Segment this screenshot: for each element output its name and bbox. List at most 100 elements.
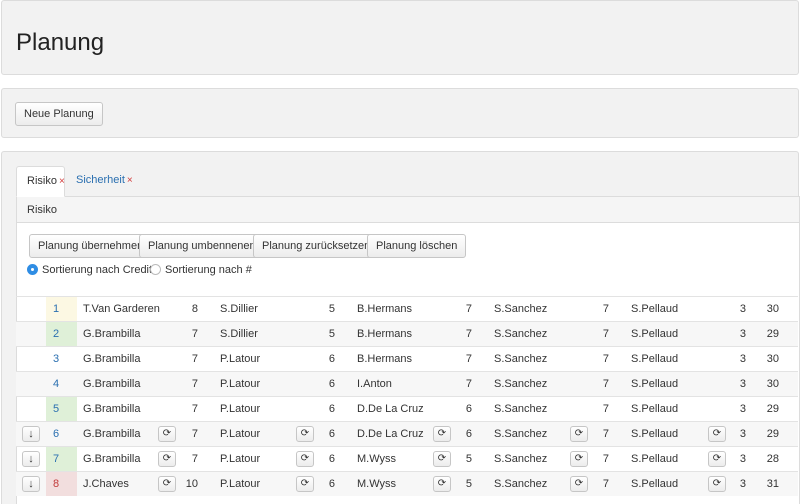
rider-credits: 3 (739, 353, 746, 365)
row-total: 29 (766, 403, 779, 415)
refresh-icon[interactable]: ⟳ (296, 451, 314, 467)
rider-credits: 7 (465, 378, 472, 390)
rider-credits: 5 (328, 328, 335, 340)
row-index[interactable]: 7 (46, 447, 77, 471)
move-down-button[interactable]: ↓ (22, 476, 40, 492)
refresh-icon[interactable]: ⟳ (708, 476, 726, 492)
rider-credits: 6 (328, 403, 335, 415)
sort-by-credits-radio[interactable]: Sortierung nach Credits (27, 263, 158, 277)
row-index[interactable]: 2 (46, 322, 77, 346)
rider-credits: 3 (739, 303, 746, 315)
rider-name: G.Brambilla (83, 328, 141, 340)
rider-credits: 7 (602, 328, 609, 340)
rider-credits: 7 (602, 428, 609, 440)
rider-name: S.Pellaud (631, 453, 679, 465)
refresh-icon[interactable]: ⟳ (433, 476, 451, 492)
refresh-icon[interactable]: ⟳ (296, 476, 314, 492)
rider-name: B.Hermans (357, 303, 413, 315)
tab-sicherheit[interactable]: Sicherheit × (66, 166, 133, 197)
radio-label: Sortierung nach Credits (42, 264, 158, 276)
move-down-button[interactable]: ↓ (22, 426, 40, 442)
rider-credits: 5 (465, 478, 472, 490)
rider-credits: 7 (191, 403, 198, 415)
rider-name: S.Sanchez (494, 378, 548, 390)
rider-credits: 7 (191, 353, 198, 365)
rider-name: S.Pellaud (631, 353, 679, 365)
table-row: 1 T.Van Garderen 8 S.Dillier 5 B.Hermans 7 S.Sa… (16, 296, 798, 321)
row-total: 28 (766, 453, 779, 465)
rider-credits: 6 (328, 428, 335, 440)
rider-name: P.Latour (220, 378, 261, 390)
refresh-icon[interactable]: ⟳ (158, 451, 176, 467)
rider-name: B.Hermans (357, 328, 413, 340)
delete-planning-button[interactable]: Planung löschen (367, 234, 467, 258)
rider-name: J.Chaves (83, 478, 129, 490)
close-icon[interactable]: × (59, 176, 65, 187)
table-row: 3 G.Brambilla 7 P.Latour 6 B.Hermans 7 S.Sanche… (16, 346, 798, 371)
rider-credits: 7 (602, 303, 609, 315)
rider-credits: 7 (602, 403, 609, 415)
row-index[interactable]: 3 (46, 347, 77, 371)
rider-name: P.Latour (220, 353, 261, 365)
row-total: 30 (766, 378, 779, 390)
rider-name: S.Sanchez (494, 303, 548, 315)
panel-heading: Risiko (17, 197, 799, 223)
rider-name: S.Pellaud (631, 378, 679, 390)
radio-unchecked-icon (150, 264, 161, 275)
rider-credits: 7 (465, 303, 472, 315)
move-down-button[interactable]: ↓ (22, 451, 40, 467)
table-row: 5 G.Brambilla 7 P.Latour 6 D.De La Cruz 6 S.San… (16, 396, 798, 421)
tab-risiko[interactable]: Risiko × (16, 166, 65, 197)
page-title: Planung (16, 29, 105, 56)
rider-credits: 6 (328, 353, 335, 365)
apply-planning-button[interactable]: Planung übernehmen (29, 234, 153, 258)
row-index[interactable]: 4 (46, 372, 77, 396)
rider-credits: 7 (602, 453, 609, 465)
rider-name: S.Sanchez (494, 453, 548, 465)
refresh-icon[interactable]: ⟳ (433, 426, 451, 442)
row-total: 30 (766, 353, 779, 365)
rider-name: S.Pellaud (631, 428, 679, 440)
rename-planning-button[interactable]: Planung umbennenen (139, 234, 265, 258)
new-planning-button[interactable]: Neue Planung (15, 102, 103, 126)
table-row: ↓ 7 G.Brambilla ⟳ 7 P.Latour ⟳ 6 M.Wyss ⟳ 5 S.Sanch… (16, 446, 798, 471)
row-index[interactable]: 1 (46, 297, 77, 321)
rider-name: S.Sanchez (494, 353, 548, 365)
refresh-icon[interactable]: ⟳ (433, 451, 451, 467)
rider-name: S.Pellaud (631, 328, 679, 340)
refresh-icon[interactable]: ⟳ (708, 426, 726, 442)
rider-credits: 3 (739, 428, 746, 440)
row-index[interactable]: 5 (46, 397, 77, 421)
row-index[interactable]: 8 (46, 472, 77, 496)
rider-credits: 6 (328, 453, 335, 465)
refresh-icon[interactable]: ⟳ (708, 451, 726, 467)
refresh-icon[interactable]: ⟳ (158, 476, 176, 492)
reset-planning-button[interactable]: Planung zurücksetzen (253, 234, 380, 258)
close-icon[interactable]: × (127, 175, 133, 186)
rider-name: B.Hermans (357, 353, 413, 365)
rider-name: D.De La Cruz (357, 428, 424, 440)
table-row: 2 G.Brambilla 7 S.Dillier 5 B.Hermans 7 S.Sanch… (16, 321, 798, 346)
row-total: 31 (766, 478, 779, 490)
rider-credits: 3 (739, 378, 746, 390)
rider-name: S.Sanchez (494, 328, 548, 340)
rider-credits: 7 (191, 378, 198, 390)
refresh-icon[interactable]: ⟳ (570, 476, 588, 492)
rider-name: S.Dillier (220, 303, 258, 315)
sort-by-number-radio[interactable]: Sortierung nach # (150, 263, 252, 277)
rider-credits: 10 (185, 478, 198, 490)
refresh-icon[interactable]: ⟳ (570, 426, 588, 442)
refresh-icon[interactable]: ⟳ (158, 426, 176, 442)
rider-credits: 6 (328, 378, 335, 390)
rider-name: S.Sanchez (494, 478, 548, 490)
rider-name: P.Latour (220, 428, 261, 440)
table-row: ↓ 8 J.Chaves ⟳ 10 P.Latour ⟳ 6 M.Wyss ⟳ 5 S.Sanchez… (16, 471, 798, 496)
rider-name: P.Latour (220, 453, 261, 465)
refresh-icon[interactable]: ⟳ (296, 426, 314, 442)
refresh-icon[interactable]: ⟳ (570, 451, 588, 467)
rider-name: S.Pellaud (631, 403, 679, 415)
rider-name: S.Pellaud (631, 478, 679, 490)
rider-credits: 7 (465, 328, 472, 340)
rider-credits: 6 (465, 428, 472, 440)
row-index[interactable]: 6 (46, 422, 77, 446)
